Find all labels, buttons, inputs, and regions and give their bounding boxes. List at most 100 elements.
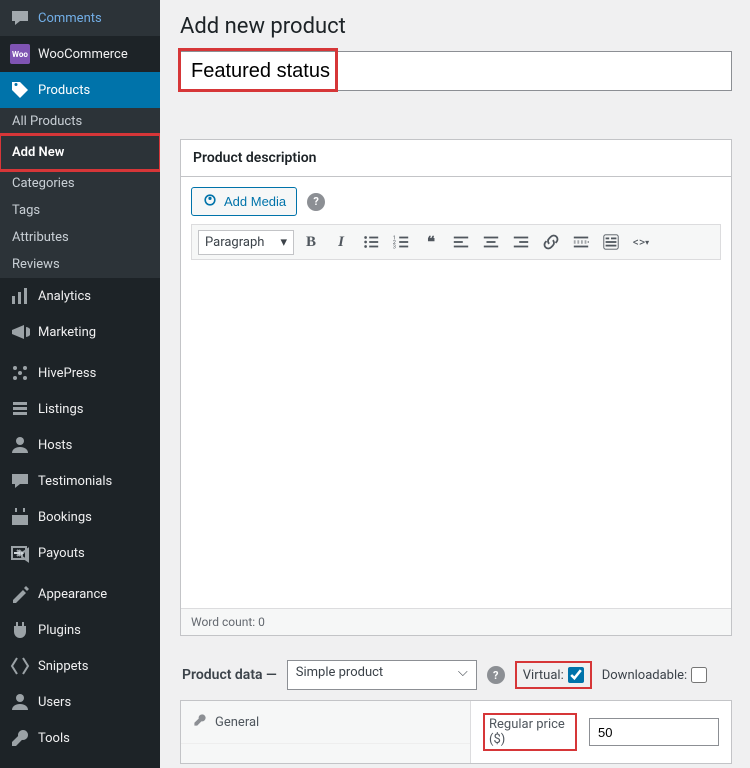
- tab-label: General: [215, 715, 259, 730]
- sidebar-label: Products: [38, 83, 90, 98]
- listings-icon: [10, 399, 30, 419]
- downloadable-checkbox[interactable]: [691, 667, 707, 683]
- svg-text:3: 3: [393, 244, 396, 250]
- products-submenu: All Products Add New Categories Tags Att…: [0, 108, 160, 278]
- sidebar-item-testimonials[interactable]: Testimonials: [0, 463, 160, 499]
- sidebar-label: Plugins: [38, 623, 81, 638]
- product-type-select[interactable]: Simple product ⌵: [287, 660, 477, 690]
- sidebar-item-comments[interactable]: Comments: [0, 0, 160, 36]
- media-icon: [202, 192, 218, 211]
- link-button[interactable]: [538, 229, 564, 255]
- product-type-value: Simple product: [296, 665, 383, 680]
- sub-reviews[interactable]: Reviews: [0, 251, 160, 278]
- tools-icon: [10, 728, 30, 748]
- sidebar-item-plugins[interactable]: Plugins: [0, 612, 160, 648]
- sidebar-label: Snippets: [38, 659, 89, 674]
- sidebar-item-hosts[interactable]: Hosts: [0, 427, 160, 463]
- align-right-button[interactable]: [508, 229, 534, 255]
- users-icon: [10, 692, 30, 712]
- sidebar-label: HivePress: [38, 366, 96, 381]
- sidebar-item-tools[interactable]: Tools: [0, 720, 160, 756]
- insert-more-button[interactable]: [568, 229, 594, 255]
- comment-icon: [10, 8, 30, 28]
- sidebar-label: Marketing: [38, 325, 96, 340]
- product-data-tabs: General: [181, 701, 471, 763]
- sidebar-label: Appearance: [38, 587, 107, 602]
- sub-all-products[interactable]: All Products: [0, 108, 160, 135]
- sidebar-label: Users: [38, 695, 71, 710]
- regular-price-label: Regular price ($): [489, 717, 565, 747]
- sidebar-item-snippets[interactable]: Snippets: [0, 648, 160, 684]
- editor-footer: Word count: 0: [181, 608, 731, 635]
- analytics-icon: [10, 286, 30, 306]
- toolbar-toggle-button[interactable]: [598, 229, 624, 255]
- sidebar-item-bookings[interactable]: Bookings: [0, 499, 160, 535]
- description-panel: Product description Add Media ? Paragrap…: [180, 139, 732, 636]
- payouts-icon: [10, 543, 30, 563]
- sidebar-label: Listings: [38, 402, 83, 417]
- virtual-highlight: Virtual:: [515, 661, 592, 689]
- page-title: Add new product: [180, 14, 732, 39]
- add-media-label: Add Media: [224, 194, 286, 209]
- highlight-title: [178, 48, 338, 92]
- panel-header-description: Product description: [181, 140, 731, 177]
- sidebar-item-marketing[interactable]: Marketing: [0, 314, 160, 350]
- downloadable-label: Downloadable:: [602, 668, 687, 683]
- word-count: Word count: 0: [191, 615, 265, 629]
- bold-button[interactable]: B: [298, 229, 324, 255]
- appearance-icon: [10, 584, 30, 604]
- sidebar-label: Bookings: [38, 510, 92, 525]
- bullet-list-button[interactable]: [358, 229, 384, 255]
- sub-tags[interactable]: Tags: [0, 197, 160, 224]
- megaphone-icon: [10, 322, 30, 342]
- sidebar-item-users[interactable]: Users: [0, 684, 160, 720]
- sidebar-label: Testimonials: [38, 474, 112, 489]
- sidebar-label: Analytics: [38, 289, 91, 304]
- sub-add-new[interactable]: Add New: [0, 135, 160, 170]
- virtual-label: Virtual:: [523, 668, 564, 683]
- sidebar-item-listings[interactable]: Listings: [0, 391, 160, 427]
- chevron-down-icon: ▾: [280, 235, 287, 250]
- plugins-icon: [10, 620, 30, 640]
- sidebar-label: Hosts: [38, 438, 72, 453]
- help-icon[interactable]: ?: [487, 666, 505, 684]
- woo-icon: Woo: [10, 44, 30, 64]
- sidebar-item-woocommerce[interactable]: Woo WooCommerce: [0, 36, 160, 72]
- regular-price-input[interactable]: [589, 718, 719, 746]
- sidebar-label: Comments: [38, 11, 102, 26]
- paragraph-dropdown-label: Paragraph: [205, 235, 264, 250]
- add-media-button[interactable]: Add Media: [191, 187, 297, 216]
- sub-categories[interactable]: Categories: [0, 170, 160, 197]
- italic-button[interactable]: I: [328, 229, 354, 255]
- testimonials-icon: [10, 471, 30, 491]
- editor-toolbar: Paragraph ▾ B I 123 ❝ <>▾: [191, 224, 721, 260]
- virtual-checkbox[interactable]: [568, 667, 584, 683]
- sidebar-item-analytics[interactable]: Analytics: [0, 278, 160, 314]
- align-left-button[interactable]: [448, 229, 474, 255]
- admin-sidebar: Comments Woo WooCommerce Products All Pr…: [0, 0, 160, 768]
- tag-icon: [10, 80, 30, 100]
- align-center-button[interactable]: [478, 229, 504, 255]
- tab-general[interactable]: General: [181, 701, 470, 744]
- sidebar-item-appearance[interactable]: Appearance: [0, 576, 160, 612]
- main-content: Add new product Product description Add …: [160, 0, 750, 768]
- numbered-list-button[interactable]: 123: [388, 229, 414, 255]
- sidebar-label: Payouts: [38, 546, 85, 561]
- hivepress-icon: [10, 363, 30, 383]
- code-view-button[interactable]: <>▾: [628, 229, 654, 255]
- sidebar-item-products[interactable]: Products: [0, 72, 160, 108]
- product-title-wrap: [180, 51, 732, 91]
- regular-price-highlight: Regular price ($): [483, 713, 577, 751]
- bookings-icon: [10, 507, 30, 527]
- sidebar-item-payouts[interactable]: Payouts: [0, 535, 160, 571]
- chevron-down-icon: ⌵: [458, 665, 468, 680]
- sub-attributes[interactable]: Attributes: [0, 224, 160, 251]
- product-data-section: Product data — Simple product ⌵ ? Virtua…: [180, 660, 732, 764]
- help-icon[interactable]: ?: [307, 193, 325, 211]
- sidebar-item-hivepress[interactable]: HivePress: [0, 355, 160, 391]
- snippets-icon: [10, 656, 30, 676]
- blockquote-button[interactable]: ❝: [418, 229, 444, 255]
- sidebar-label: WooCommerce: [38, 47, 128, 62]
- editor-textarea[interactable]: [191, 260, 721, 608]
- paragraph-dropdown[interactable]: Paragraph ▾: [198, 230, 294, 255]
